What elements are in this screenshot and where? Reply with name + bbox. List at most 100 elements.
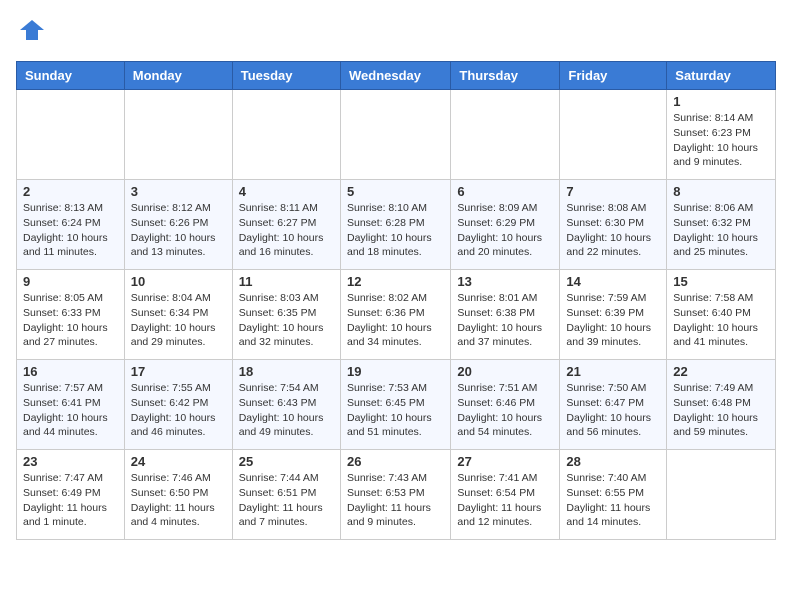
day-number: 20 [457,364,553,379]
day-header-friday: Friday [560,62,667,90]
day-cell [560,90,667,180]
week-row-3: 9 Sunrise: 8:05 AM Sunset: 6:33 PM Daylig… [17,270,776,360]
day-info: Sunrise: 8:05 AM Sunset: 6:33 PM Dayligh… [23,291,118,350]
day-cell: 14 Sunrise: 7:59 AM Sunset: 6:39 PM Dayli… [560,270,667,360]
day-number: 15 [673,274,769,289]
day-cell: 20 Sunrise: 7:51 AM Sunset: 6:46 PM Dayli… [451,360,560,450]
day-info: Sunrise: 7:51 AM Sunset: 6:46 PM Dayligh… [457,381,553,440]
day-cell: 3 Sunrise: 8:12 AM Sunset: 6:26 PM Daylig… [124,180,232,270]
day-number: 3 [131,184,226,199]
week-row-1: 1 Sunrise: 8:14 AM Sunset: 6:23 PM Daylig… [17,90,776,180]
day-info: Sunrise: 8:02 AM Sunset: 6:36 PM Dayligh… [347,291,444,350]
day-cell: 15 Sunrise: 7:58 AM Sunset: 6:40 PM Dayli… [667,270,776,360]
day-header-sunday: Sunday [17,62,125,90]
day-cell: 6 Sunrise: 8:09 AM Sunset: 6:29 PM Daylig… [451,180,560,270]
day-info: Sunrise: 7:47 AM Sunset: 6:49 PM Dayligh… [23,471,118,530]
day-cell: 2 Sunrise: 8:13 AM Sunset: 6:24 PM Daylig… [17,180,125,270]
day-cell: 22 Sunrise: 7:49 AM Sunset: 6:48 PM Dayli… [667,360,776,450]
day-number: 5 [347,184,444,199]
day-number: 26 [347,454,444,469]
day-number: 25 [239,454,334,469]
day-info: Sunrise: 7:46 AM Sunset: 6:50 PM Dayligh… [131,471,226,530]
day-header-thursday: Thursday [451,62,560,90]
day-cell: 5 Sunrise: 8:10 AM Sunset: 6:28 PM Daylig… [340,180,450,270]
day-info: Sunrise: 8:03 AM Sunset: 6:35 PM Dayligh… [239,291,334,350]
day-header-saturday: Saturday [667,62,776,90]
day-cell: 9 Sunrise: 8:05 AM Sunset: 6:33 PM Daylig… [17,270,125,360]
day-cell: 25 Sunrise: 7:44 AM Sunset: 6:51 PM Dayli… [232,450,340,540]
day-info: Sunrise: 7:50 AM Sunset: 6:47 PM Dayligh… [566,381,660,440]
day-number: 27 [457,454,553,469]
day-number: 19 [347,364,444,379]
logo-icon [18,16,46,44]
day-info: Sunrise: 8:10 AM Sunset: 6:28 PM Dayligh… [347,201,444,260]
day-info: Sunrise: 8:14 AM Sunset: 6:23 PM Dayligh… [673,111,769,170]
day-number: 11 [239,274,334,289]
day-number: 10 [131,274,226,289]
day-info: Sunrise: 7:41 AM Sunset: 6:54 PM Dayligh… [457,471,553,530]
day-number: 7 [566,184,660,199]
day-number: 21 [566,364,660,379]
day-cell: 19 Sunrise: 7:53 AM Sunset: 6:45 PM Dayli… [340,360,450,450]
day-number: 28 [566,454,660,469]
day-info: Sunrise: 7:40 AM Sunset: 6:55 PM Dayligh… [566,471,660,530]
day-cell [451,90,560,180]
day-cell: 17Sunrise: 7:55 AM Sunset: 6:42 PM Dayli… [124,360,232,450]
day-cell: 21 Sunrise: 7:50 AM Sunset: 6:47 PM Dayli… [560,360,667,450]
day-cell [340,90,450,180]
week-row-2: 2 Sunrise: 8:13 AM Sunset: 6:24 PM Daylig… [17,180,776,270]
day-info: Sunrise: 7:59 AM Sunset: 6:39 PM Dayligh… [566,291,660,350]
week-row-4: 16Sunrise: 7:57 AM Sunset: 6:41 PM Dayli… [17,360,776,450]
day-info: Sunrise: 7:49 AM Sunset: 6:48 PM Dayligh… [673,381,769,440]
day-cell [667,450,776,540]
day-number: 2 [23,184,118,199]
day-info: Sunrise: 8:09 AM Sunset: 6:29 PM Dayligh… [457,201,553,260]
day-cell [232,90,340,180]
day-info: Sunrise: 8:13 AM Sunset: 6:24 PM Dayligh… [23,201,118,260]
day-number: 12 [347,274,444,289]
day-info: Sunrise: 7:54 AM Sunset: 6:43 PM Dayligh… [239,381,334,440]
calendar-table: SundayMondayTuesdayWednesdayThursdayFrid… [16,61,776,540]
day-cell: 7 Sunrise: 8:08 AM Sunset: 6:30 PM Daylig… [560,180,667,270]
logo [16,16,46,49]
calendar-header-row: SundayMondayTuesdayWednesdayThursdayFrid… [17,62,776,90]
page-header [16,16,776,49]
day-cell: 18 Sunrise: 7:54 AM Sunset: 6:43 PM Dayli… [232,360,340,450]
day-cell: 1 Sunrise: 8:14 AM Sunset: 6:23 PM Daylig… [667,90,776,180]
week-row-5: 23 Sunrise: 7:47 AM Sunset: 6:49 PM Dayli… [17,450,776,540]
day-cell: 28 Sunrise: 7:40 AM Sunset: 6:55 PM Dayli… [560,450,667,540]
day-number: 1 [673,94,769,109]
day-info: Sunrise: 8:08 AM Sunset: 6:30 PM Dayligh… [566,201,660,260]
day-number: 9 [23,274,118,289]
day-info: Sunrise: 7:44 AM Sunset: 6:51 PM Dayligh… [239,471,334,530]
day-info: Sunrise: 8:01 AM Sunset: 6:38 PM Dayligh… [457,291,553,350]
day-info: Sunrise: 7:53 AM Sunset: 6:45 PM Dayligh… [347,381,444,440]
day-info: Sunrise: 7:55 AM Sunset: 6:42 PM Dayligh… [131,381,226,440]
day-cell: 12 Sunrise: 8:02 AM Sunset: 6:36 PM Dayli… [340,270,450,360]
day-number: 22 [673,364,769,379]
day-number: 18 [239,364,334,379]
day-info: Sunrise: 8:06 AM Sunset: 6:32 PM Dayligh… [673,201,769,260]
day-cell: 13 Sunrise: 8:01 AM Sunset: 6:38 PM Dayli… [451,270,560,360]
day-number: 24 [131,454,226,469]
day-number: 13 [457,274,553,289]
day-number: 6 [457,184,553,199]
day-info: Sunrise: 8:11 AM Sunset: 6:27 PM Dayligh… [239,201,334,260]
day-info: Sunrise: 7:58 AM Sunset: 6:40 PM Dayligh… [673,291,769,350]
day-cell: 11 Sunrise: 8:03 AM Sunset: 6:35 PM Dayli… [232,270,340,360]
day-header-monday: Monday [124,62,232,90]
day-cell: 26Sunrise: 7:43 AM Sunset: 6:53 PM Dayli… [340,450,450,540]
day-number: 23 [23,454,118,469]
day-number: 14 [566,274,660,289]
day-info: Sunrise: 8:12 AM Sunset: 6:26 PM Dayligh… [131,201,226,260]
day-cell: 8 Sunrise: 8:06 AM Sunset: 6:32 PM Daylig… [667,180,776,270]
day-number: 16 [23,364,118,379]
day-info: Sunrise: 8:04 AM Sunset: 6:34 PM Dayligh… [131,291,226,350]
calendar-body: 1 Sunrise: 8:14 AM Sunset: 6:23 PM Daylig… [17,90,776,540]
day-cell [124,90,232,180]
day-header-wednesday: Wednesday [340,62,450,90]
day-cell: 10 Sunrise: 8:04 AM Sunset: 6:34 PM Dayli… [124,270,232,360]
day-number: 8 [673,184,769,199]
day-header-tuesday: Tuesday [232,62,340,90]
day-cell: 24 Sunrise: 7:46 AM Sunset: 6:50 PM Dayli… [124,450,232,540]
